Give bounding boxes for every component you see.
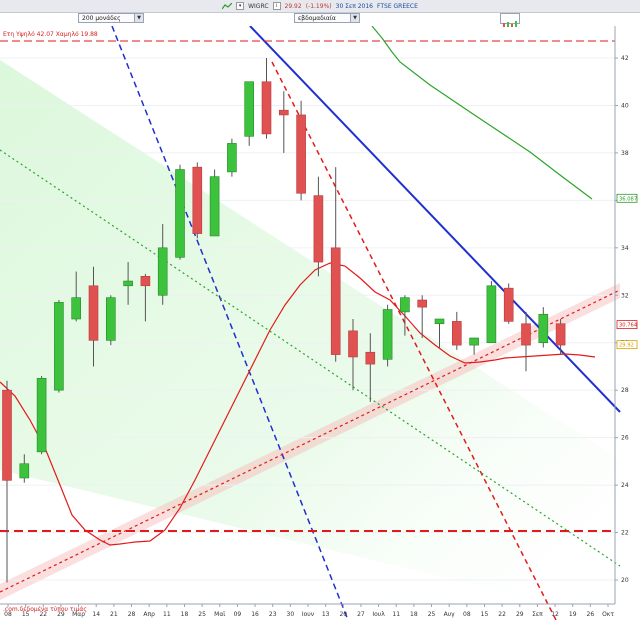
price-labels: 36.087 30.764 29.92: [616, 193, 638, 350]
x-tick-label: Ιουν: [302, 611, 315, 618]
candle-down: [296, 114, 306, 194]
candle-down: [192, 166, 203, 234]
candle-down: [278, 109, 289, 116]
x-tick-label: 08: [463, 611, 471, 618]
y-tick-label: 28: [621, 387, 629, 394]
candle-up: [54, 302, 64, 391]
candle-down: [555, 323, 566, 346]
candle-up: [19, 463, 30, 479]
x-tick-label: 15: [481, 611, 489, 618]
candle-down: [88, 285, 99, 341]
x-tick-label: 16: [251, 611, 259, 618]
info-icon[interactable]: i: [272, 2, 281, 10]
range-select[interactable]: 200 μονάδες ▼: [78, 13, 144, 23]
x-tick-label: 09: [234, 611, 242, 618]
x-tick-label: 12: [551, 611, 559, 618]
last-price: 29.92: [284, 2, 302, 10]
instrument-name: FTSE GREECE: [377, 2, 418, 10]
candle-up: [400, 297, 410, 313]
chart-toolbar: 200 μονάδες ▼ εβδομαδιαία ▼: [0, 13, 640, 27]
candle-up: [106, 297, 116, 341]
candle-up: [538, 313, 549, 344]
y-tick-label: 24: [621, 482, 629, 489]
y-tick-label: 20: [621, 577, 629, 584]
candle-up: [486, 285, 497, 344]
window-titlebar: ▾ WIGRC i 29.92 (-1.19%) 30 Σεπ 2016 FTS…: [0, 0, 640, 13]
x-tick-label: 19: [569, 611, 577, 618]
x-tick-label: Σεπ: [532, 611, 543, 618]
x-tick-label: 20: [339, 611, 347, 618]
candle-down: [417, 299, 428, 308]
x-tick-label: 18: [181, 611, 189, 618]
x-tick-label: 26: [587, 611, 595, 618]
x-tick-label: 29: [516, 611, 524, 618]
candle-down: [365, 351, 376, 365]
symbol-dropdown-icon[interactable]: ▾: [236, 2, 245, 10]
x-tick-label: Οκτ: [602, 611, 614, 618]
candle-up: [71, 297, 81, 320]
candle-up: [36, 378, 47, 453]
x-tick-label: 23: [269, 611, 277, 618]
price-chart[interactable]: 202224262830323436384042 36.08730.76429.…: [0, 26, 640, 620]
x-tick-label: 14: [92, 611, 100, 618]
high-low-annotation: Ετη Υψηλό 42.07 Χαμηλό 19.88: [3, 31, 98, 38]
moving-average-green: [371, 26, 593, 200]
x-tick-label: 27: [357, 611, 365, 618]
price-label: 30.764: [619, 323, 638, 329]
x-tick-label: Μαϊ: [214, 611, 225, 618]
price-change: (-1.19%): [305, 2, 332, 10]
chart-symbol-icon: [221, 2, 233, 10]
candle-down: [330, 247, 341, 355]
y-tick-label: 42: [621, 55, 629, 62]
candle-down: [261, 81, 272, 135]
x-tick-label: 22: [498, 611, 506, 618]
range-select-value: 200 μονάδες: [82, 15, 121, 22]
y-tick-label: 34: [621, 245, 629, 252]
y-tick-label: 22: [621, 530, 629, 537]
x-tick-label: 25: [198, 611, 206, 618]
period-select[interactable]: εβδομαδιαία ▼: [294, 13, 360, 23]
x-axis: 08 15 22 29 Μαρ 14 21 28 Απρ 11 18 25 Μαϊ 09 16 23 30 Ιου…: [4, 604, 614, 618]
candle-down: [140, 275, 151, 287]
candle-up: [175, 169, 185, 258]
candle-down: [503, 287, 514, 322]
candle-down: [521, 323, 531, 346]
x-tick-label: 18: [410, 611, 418, 618]
y-tick-label: 38: [621, 150, 629, 157]
x-tick-label: 28: [128, 611, 136, 618]
chevron-down-icon[interactable]: ▼: [350, 14, 359, 22]
y-tick-label: 26: [621, 435, 629, 442]
candle-down: [313, 195, 324, 263]
symbol-label: WIGRC: [248, 2, 269, 10]
candle-down: [451, 321, 462, 346]
y-tick-label: 32: [621, 292, 629, 299]
x-tick-label: Ιουλ: [372, 611, 385, 618]
candle-up: [227, 143, 237, 173]
x-tick-label: 25: [428, 611, 436, 618]
candle-up: [209, 176, 220, 237]
y-tick-label: 40: [621, 102, 629, 109]
period-select-value: εβδομαδιαία: [298, 15, 336, 22]
x-tick-label: 21: [110, 611, 118, 618]
watermark: .com.δεδομένα τύπου τιμάς: [3, 606, 87, 613]
candle-up: [157, 247, 168, 296]
chevron-down-icon[interactable]: ▼: [134, 14, 143, 22]
x-tick-label: 30: [287, 611, 295, 618]
chart-type-button[interactable]: [500, 13, 520, 27]
candle-up: [382, 309, 393, 360]
candle-up: [434, 318, 445, 325]
candle-down: [2, 389, 12, 481]
quote-date: 30 Σεπ 2016: [335, 2, 373, 10]
x-tick-label: 11: [392, 611, 400, 618]
candle-up: [244, 81, 254, 137]
x-tick-label: Απρ: [143, 611, 155, 618]
x-tick-label: Αυγ: [444, 611, 456, 618]
price-label: 29.92: [619, 343, 634, 349]
candle-down: [348, 330, 358, 358]
x-tick-label: 11: [163, 611, 171, 618]
price-label: 36.087: [619, 196, 637, 202]
candle-up: [469, 337, 479, 346]
x-tick-label: 13: [322, 611, 330, 618]
candle-up: [123, 280, 133, 287]
